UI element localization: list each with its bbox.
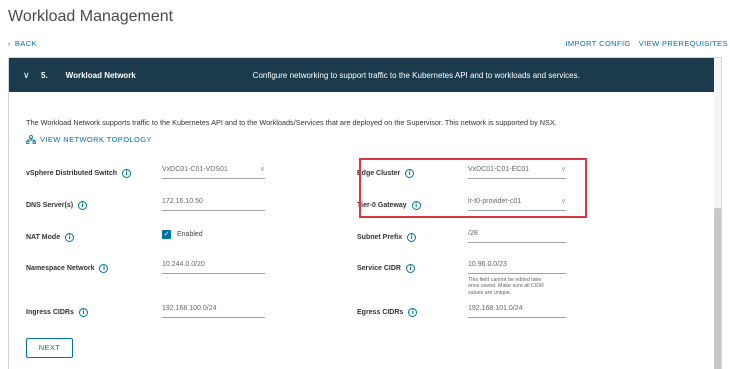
ingress-cidrs-label: Ingress CIDRs i (26, 308, 88, 317)
step-header[interactable]: ∨ 5. Workload Network Configure networki… (9, 58, 721, 92)
nat-mode-checkbox-label: Enabled (177, 231, 203, 238)
service-cidr-label: Service CIDR i (357, 264, 415, 273)
view-prerequisites-link[interactable]: VIEW PREREQUISITES (639, 39, 728, 48)
nat-mode-label: NAT Mode i (26, 233, 75, 242)
namespace-network-input[interactable]: 10.244.0.0/20 (162, 259, 265, 274)
info-icon[interactable]: i (405, 264, 415, 273)
service-cidr-hint-line: values are unique. (468, 289, 512, 296)
service-cidr-value: 10.96.0.0/23 (468, 261, 507, 268)
back-link[interactable]: ‹ BACK (8, 39, 37, 48)
ingress-cidrs-value: 192.168.100.0/24 (162, 305, 217, 312)
checkmark-icon: ✓ (162, 230, 171, 239)
dns-label-text: DNS Server(s) (26, 202, 74, 209)
subnet-prefix-input[interactable]: /28 (468, 228, 566, 243)
info-icon[interactable]: i (65, 233, 75, 242)
namespace-network-label-text: Namespace Network (26, 265, 95, 272)
step-number: 5. (41, 70, 48, 80)
network-topology-icon (26, 135, 36, 144)
info-icon[interactable]: i (99, 264, 109, 273)
highlight-box (359, 158, 587, 218)
page-title: Workload Management (8, 8, 174, 25)
vds-select[interactable]: VxDC01-C01-VDS01 ∨ (162, 164, 265, 179)
chevron-down-icon: ∨ (259, 166, 265, 173)
view-network-topology-link[interactable]: VIEW NETWORK TOPOLOGY (26, 135, 152, 144)
subnet-prefix-label-text: Subnet Prefix (357, 234, 403, 241)
subnet-prefix-value: /28 (468, 230, 478, 237)
step-title: Workload Network (65, 70, 136, 80)
namespace-network-value: 10.244.0.0/20 (162, 261, 205, 268)
step-description: Configure networking to support traffic … (252, 70, 580, 80)
info-icon[interactable]: i (78, 201, 88, 210)
next-button[interactable]: NEXT (26, 338, 73, 358)
vds-label-text: vSphere Distributed Switch (26, 170, 118, 177)
service-cidr-label-text: Service CIDR (357, 265, 401, 272)
egress-cidrs-label-text: Egress CIDRs (357, 309, 404, 316)
service-cidr-input[interactable]: 10.96.0.0/23 (468, 259, 566, 274)
view-network-topology-label: VIEW NETWORK TOPOLOGY (40, 135, 152, 144)
workload-network-step: ∨ 5. Workload Network Configure networki… (8, 57, 722, 369)
dns-label: DNS Server(s) i (26, 201, 88, 210)
nat-mode-label-text: NAT Mode (26, 234, 61, 241)
subnet-prefix-label: Subnet Prefix i (357, 233, 417, 242)
intro-text: The Workload Network supports traffic to… (26, 118, 557, 127)
dns-server-input[interactable]: 172.16.10.50 (162, 196, 265, 211)
ingress-cidrs-label-text: Ingress CIDRs (26, 309, 74, 316)
chevron-left-icon: ‹ (8, 39, 11, 48)
vds-select-value: VxDC01-C01-VDS01 (162, 166, 228, 173)
dns-server-value: 172.16.10.50 (162, 198, 203, 205)
scrollbar-thumb[interactable] (714, 208, 721, 369)
chevron-down-icon[interactable]: ∨ (23, 70, 35, 81)
namespace-network-label: Namespace Network i (26, 264, 109, 273)
back-link-label: BACK (14, 39, 37, 48)
nat-mode-checkbox[interactable]: ✓ Enabled (162, 230, 203, 239)
ingress-cidrs-input[interactable]: 192.168.100.0/24 (162, 303, 265, 318)
import-config-link[interactable]: IMPORT CONFIG (565, 39, 630, 48)
info-icon[interactable]: i (122, 169, 132, 178)
info-icon[interactable]: i (78, 308, 88, 317)
info-icon[interactable]: i (407, 233, 417, 242)
info-icon[interactable]: i (408, 308, 418, 317)
egress-cidrs-label: Egress CIDRs i (357, 308, 418, 317)
service-cidr-hint: This field cannot be edited later once s… (468, 277, 568, 296)
egress-cidrs-value: 192.168.101.0/24 (468, 305, 523, 312)
vds-label: vSphere Distributed Switch i (26, 169, 132, 178)
egress-cidrs-input[interactable]: 192.168.101.0/24 (468, 303, 566, 318)
